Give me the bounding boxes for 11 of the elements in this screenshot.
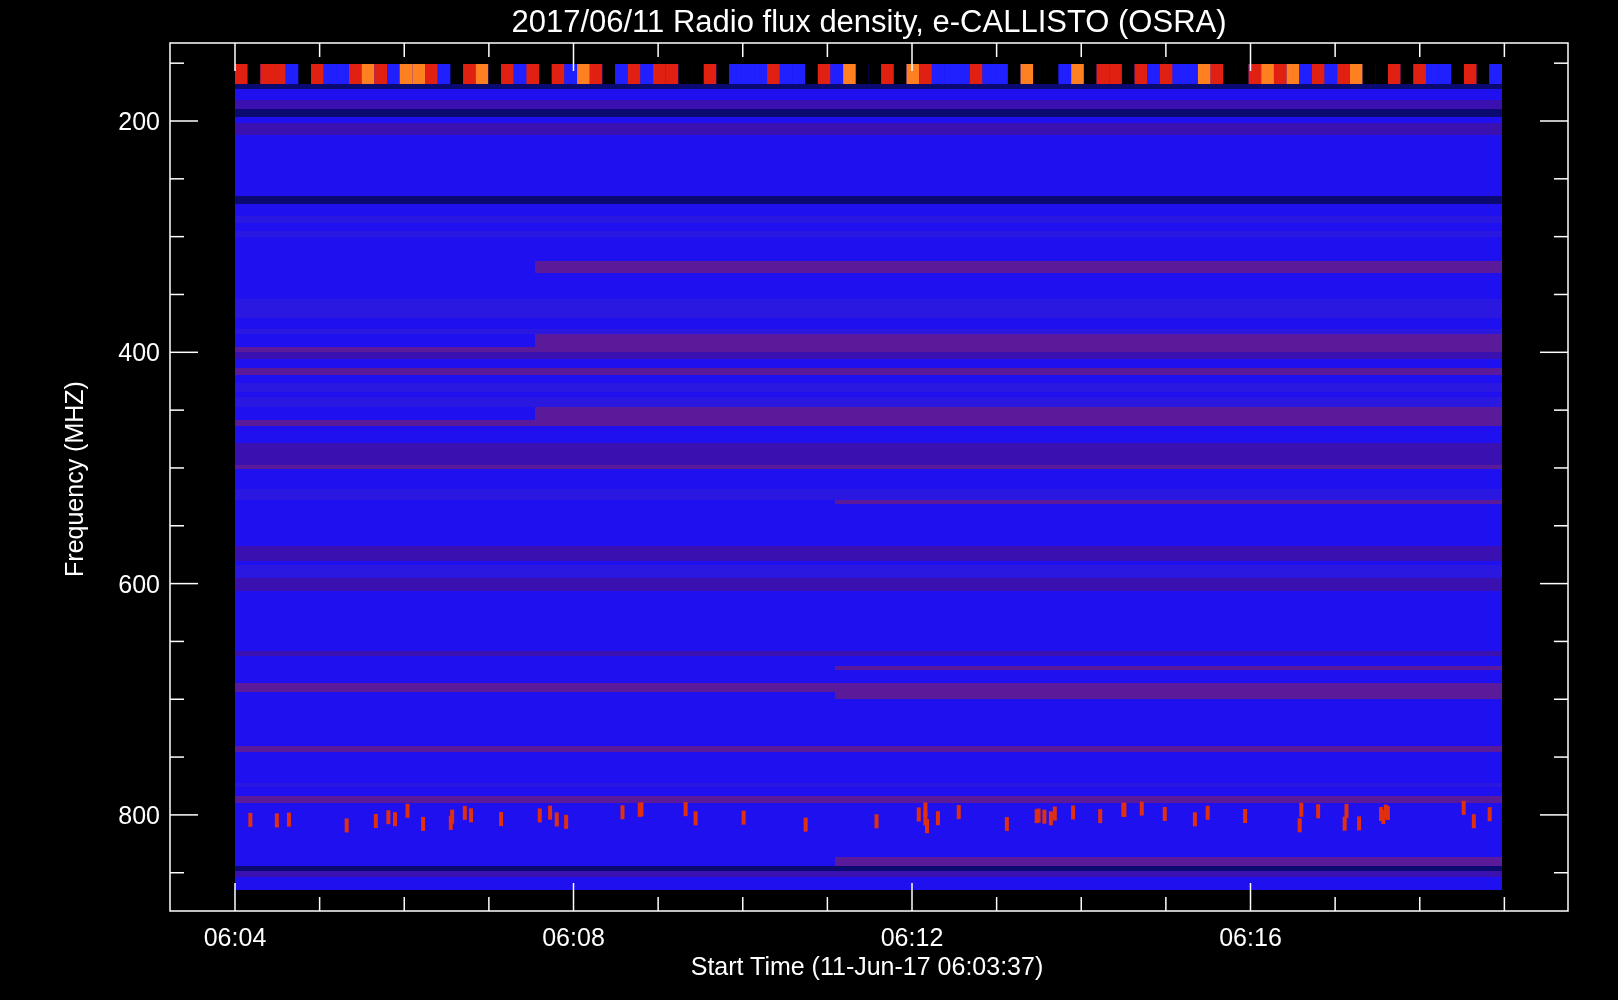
x-axis-label: Start Time (11-Jun-17 06:03:37): [690, 952, 1044, 980]
y-tick-label: 800: [118, 800, 160, 829]
chart-title: 2017/06/11 Radio flux density, e-CALLISTO (OSRA): [511, 4, 1227, 39]
y-tick-label: 400: [118, 338, 160, 367]
x-tick-label: 06:04: [203, 923, 267, 951]
y-tick-label: 200: [118, 107, 160, 135]
x-tick-label: 06:08: [542, 923, 605, 951]
x-tick-label: 06:16: [1219, 923, 1282, 951]
y-axis-label: Frequency (MHZ): [60, 381, 88, 577]
x-tick-label: 06:12: [880, 923, 944, 951]
y-tick-label: 600: [118, 569, 160, 598]
